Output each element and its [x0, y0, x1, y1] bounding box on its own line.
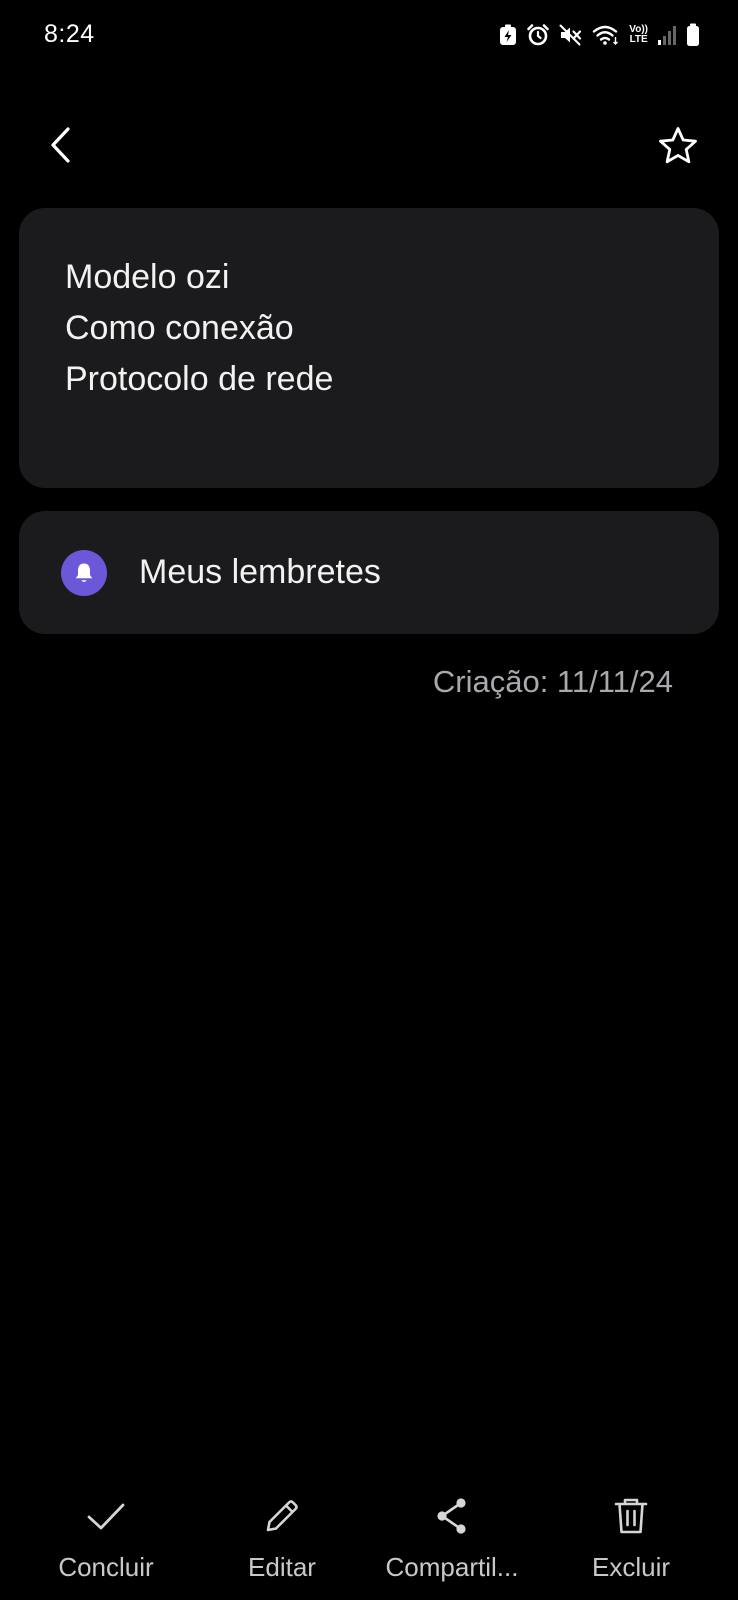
star-outline-icon — [657, 125, 699, 172]
check-icon — [84, 1494, 128, 1538]
bottom-toolbar: Concluir Editar Compartil... Excluir — [0, 1480, 738, 1600]
share-button[interactable]: Compartil... — [372, 1480, 532, 1590]
note-card[interactable]: Modelo ozi Como conexão Protocolo de red… — [19, 208, 719, 488]
conclude-button[interactable]: Concluir — [46, 1480, 166, 1590]
delete-button[interactable]: Excluir — [571, 1480, 691, 1590]
trash-icon — [609, 1494, 653, 1538]
status-icons: Vo)) LTE — [499, 22, 700, 48]
pencil-icon — [260, 1494, 304, 1538]
share-label: Compartil... — [385, 1552, 519, 1582]
reminder-list-button[interactable]: Meus lembretes — [19, 511, 719, 634]
mute-icon — [559, 22, 583, 48]
favorite-button[interactable] — [652, 122, 704, 174]
volte-icon: Vo)) LTE — [629, 22, 648, 48]
back-chevron-icon — [46, 125, 76, 170]
share-icon — [430, 1494, 474, 1538]
note-line: Protocolo de rede — [65, 360, 334, 398]
edit-button[interactable]: Editar — [222, 1480, 342, 1590]
note-line: Modelo ozi — [65, 258, 230, 296]
edit-label: Editar — [248, 1552, 316, 1582]
volte-label-bottom: LTE — [629, 34, 648, 45]
status-time: 8:24 — [44, 20, 95, 48]
alarm-icon — [526, 22, 550, 48]
reminder-list-label: Meus lembretes — [139, 553, 381, 591]
battery-saver-icon — [499, 22, 517, 48]
signal-icon — [657, 22, 677, 48]
note-content: Modelo ozi Como conexão Protocolo de red… — [65, 252, 333, 405]
battery-icon — [686, 22, 700, 48]
created-date: Criação: 11/11/24 — [432, 664, 673, 699]
note-line: Como conexão — [65, 309, 294, 347]
back-button[interactable] — [36, 122, 86, 172]
wifi-icon — [592, 22, 620, 48]
conclude-label: Concluir — [58, 1552, 154, 1582]
delete-label: Excluir — [591, 1552, 670, 1582]
status-bar: 8:24 Vo)) LTE — [0, 0, 738, 70]
bell-icon — [61, 550, 107, 596]
